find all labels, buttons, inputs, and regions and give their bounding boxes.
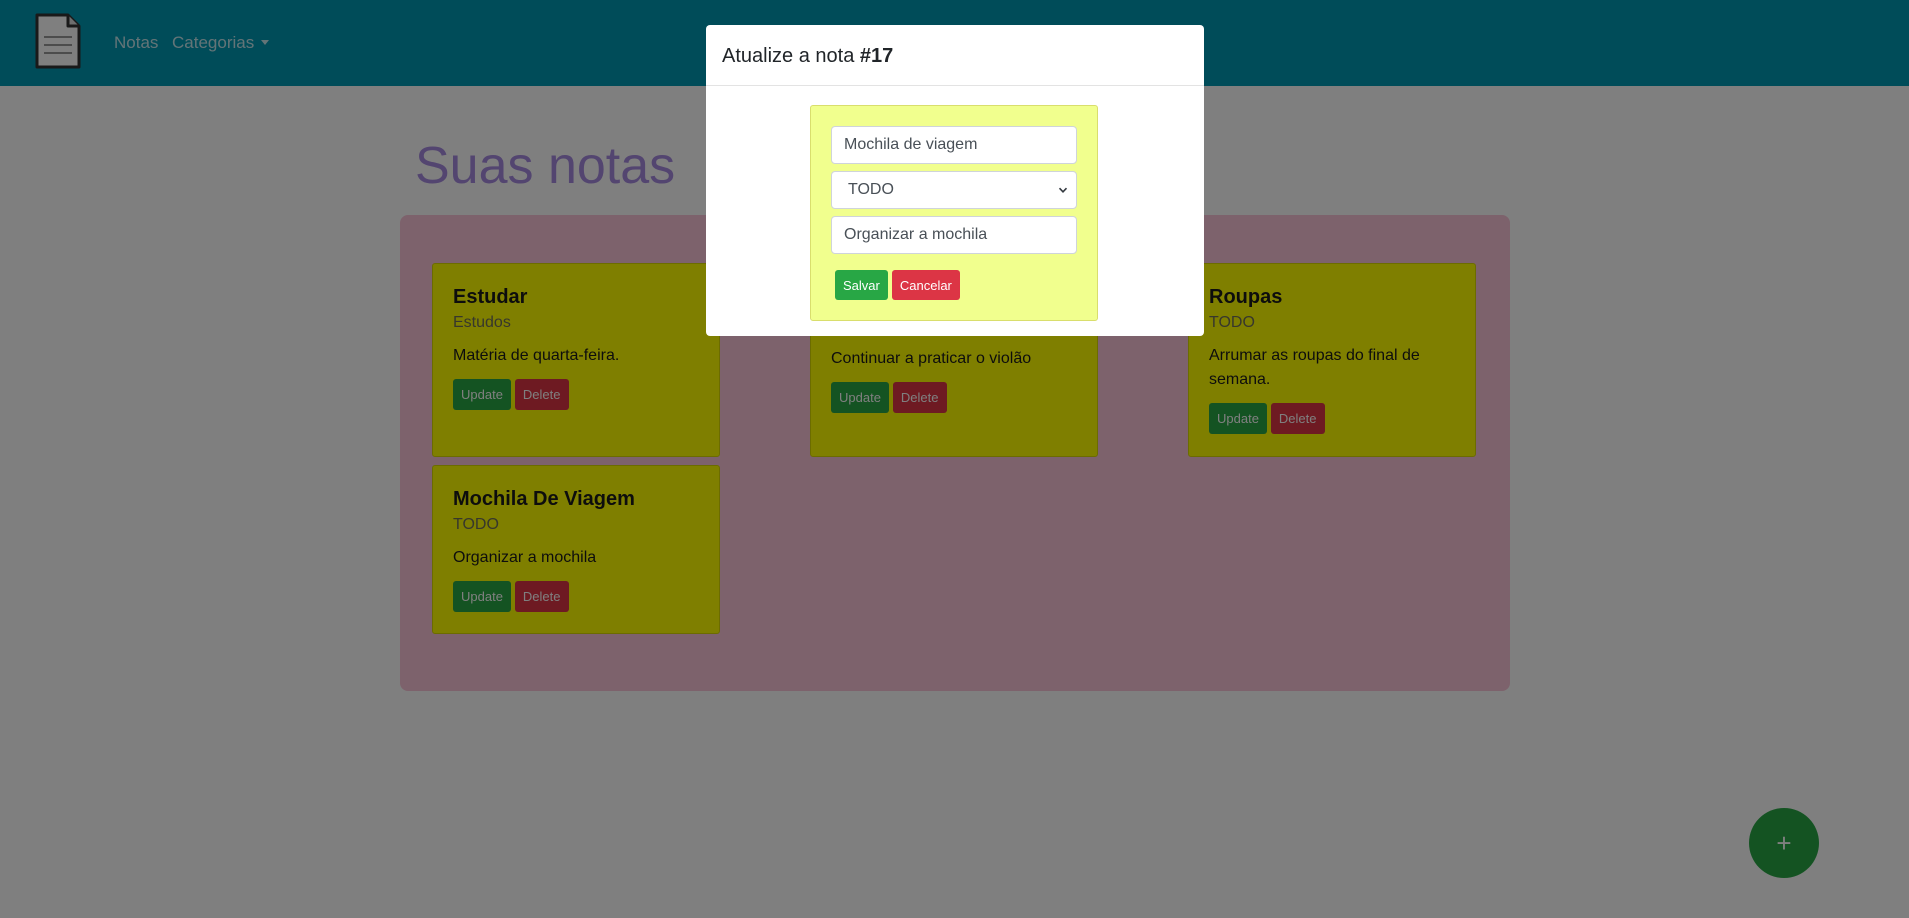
save-button[interactable]: Salvar: [835, 270, 888, 300]
modal-title-text: Atualize a nota: [722, 45, 855, 67]
cancel-button[interactable]: Cancelar: [891, 270, 960, 300]
title-input[interactable]: [831, 126, 1077, 164]
chevron-down-icon: [1058, 187, 1068, 193]
description-input[interactable]: [831, 216, 1077, 254]
note-id: #17: [859, 45, 894, 67]
category-select[interactable]: TODO: [831, 171, 1077, 209]
update-form: TODO Salvar Cancelar: [810, 105, 1098, 321]
category-select-value: TODO: [848, 181, 894, 198]
modal-title: Atualize a nota #17: [706, 25, 1204, 86]
update-note-modal: Atualize a nota #17 TODO Salvar Cancelar: [706, 25, 1204, 336]
